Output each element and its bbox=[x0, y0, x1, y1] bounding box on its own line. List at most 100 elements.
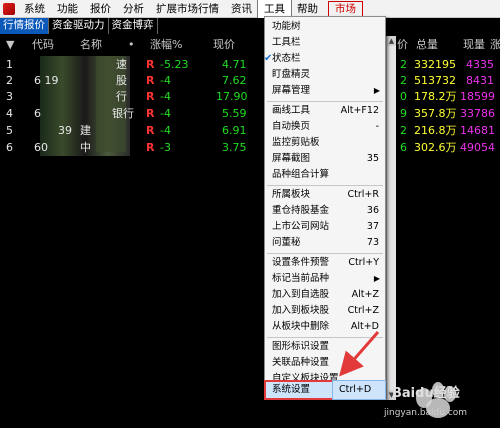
menu-tools[interactable]: 工具 bbox=[257, 0, 292, 19]
menu-item-label: 上市公司网站 bbox=[272, 221, 330, 232]
menu-item-label: 关联品种设置 bbox=[272, 357, 330, 368]
watermark-url: jingyan.baidu.com bbox=[384, 408, 468, 418]
current-volume: 18599 bbox=[460, 90, 495, 103]
table-row[interactable]: 6 60 中 R -3 3.75 6 302.6万 49054 bbox=[0, 139, 500, 157]
stock-code: 60 bbox=[34, 141, 48, 154]
menu-function[interactable]: 功能 bbox=[51, 0, 84, 18]
row-index: 6 bbox=[6, 141, 13, 154]
menu-item-system-settings[interactable]: 系统设置 bbox=[264, 380, 334, 400]
menu-item-graphic-mark[interactable]: 图形标识设置 bbox=[265, 339, 385, 355]
menu-separator bbox=[267, 101, 383, 102]
r-flag: R bbox=[146, 124, 155, 137]
current-volume: 14681 bbox=[460, 124, 495, 137]
menu-item-clipboard-monitor[interactable]: 监控剪贴板 bbox=[265, 135, 385, 151]
row-index: 4 bbox=[6, 107, 13, 120]
menu-item-ask-secretary[interactable]: 问董秘 73 bbox=[265, 235, 385, 251]
r-flag: R bbox=[146, 90, 155, 103]
menu-item-related-settings[interactable]: 关联品种设置 bbox=[265, 355, 385, 371]
header-change-pct[interactable]: 涨幅% bbox=[150, 36, 182, 54]
price: 5.59 bbox=[222, 107, 247, 120]
menu-item-label: 标记当前品种 bbox=[272, 273, 330, 284]
menu-item-label: 监控剪贴板 bbox=[272, 137, 320, 148]
menu-item-label: 屏幕管理 bbox=[272, 85, 311, 96]
menu-separator bbox=[267, 253, 383, 254]
menu-extended-market[interactable]: 扩展市场行情 bbox=[150, 0, 225, 18]
menu-separator bbox=[267, 337, 383, 338]
menu-item-combo-calc[interactable]: 品种组合计算 bbox=[265, 167, 385, 183]
stock-name: 中 bbox=[80, 141, 91, 154]
menu-item-label: 工具栏 bbox=[272, 37, 301, 48]
menu-item-label: 加入到板块股 bbox=[272, 305, 330, 316]
market-button[interactable]: 市场 bbox=[328, 0, 363, 17]
change-col: 2 bbox=[400, 124, 407, 137]
menu-shortcut: 37 bbox=[366, 221, 379, 232]
scroll-up-icon[interactable]: ▲ bbox=[387, 36, 396, 46]
menu-item-function-tree[interactable]: 功能树 bbox=[265, 19, 385, 35]
stock-name: 银行 bbox=[112, 107, 134, 120]
watermark-brand: Baidu经验 bbox=[392, 386, 460, 401]
menu-shortcut: Alt+F12 bbox=[340, 105, 379, 116]
price: 17.90 bbox=[216, 90, 248, 103]
header-code[interactable]: 代码 bbox=[32, 36, 54, 54]
menu-item-company-site[interactable]: 上市公司网站 37 bbox=[265, 219, 385, 235]
menu-item-condition-alert[interactable]: 设置条件预警 Ctrl+Y bbox=[265, 255, 385, 271]
app-logo-icon[interactable] bbox=[3, 2, 15, 15]
menu-system[interactable]: 系统 bbox=[18, 0, 51, 18]
menu-item-mark-current[interactable]: 标记当前品种 ▶ bbox=[265, 271, 385, 287]
menu-item-sector[interactable]: 所属板块 Ctrl+R bbox=[265, 187, 385, 203]
menu-item-label: 从板块中删除 bbox=[272, 321, 330, 332]
header-current-volume[interactable]: 现量 bbox=[463, 36, 485, 54]
menu-shortcut: Ctrl+Z bbox=[347, 305, 379, 316]
header-name[interactable]: 名称 bbox=[80, 36, 102, 54]
header-price[interactable]: 现价 bbox=[213, 36, 235, 54]
price: 3.75 bbox=[222, 141, 247, 154]
menu-separator bbox=[267, 185, 383, 186]
menu-item-add-watchlist[interactable]: 加入到自选股 Alt+Z bbox=[265, 287, 385, 303]
header-total-volume[interactable]: 总量 bbox=[416, 36, 438, 54]
menu-help[interactable]: 帮助 bbox=[291, 0, 324, 18]
menu-news[interactable]: 资讯 bbox=[225, 0, 258, 18]
tools-dropdown-menu: 功能树 工具栏 ✔ 状态栏 盯盘精灵 屏幕管理 ▶ 画线工具 Alt+F12 自动换页… bbox=[264, 16, 386, 400]
menu-item-remove-sector[interactable]: 从板块中删除 Alt+D bbox=[265, 319, 385, 335]
price: 6.91 bbox=[222, 124, 247, 137]
menu-item-auto-page[interactable]: 自动换页 - bbox=[265, 119, 385, 135]
tab-capital-game[interactable]: 资金博弈 bbox=[109, 18, 158, 34]
menu-item-label: 加入到自选股 bbox=[272, 289, 330, 300]
menu-shortcut: - bbox=[375, 121, 379, 132]
menu-item-screen-manage[interactable]: 屏幕管理 ▶ bbox=[265, 83, 385, 99]
sort-marker-icon[interactable]: ▼ bbox=[6, 36, 14, 54]
menu-item-label: 画线工具 bbox=[272, 105, 311, 116]
menu-item-statusbar[interactable]: ✔ 状态栏 bbox=[264, 51, 385, 67]
tab-quotes[interactable]: 行情报价 bbox=[0, 18, 49, 34]
table-row[interactable]: 3 行 R -4 17.90 0 178.2万 18599 bbox=[0, 88, 500, 106]
change-col: 6 bbox=[400, 141, 407, 154]
change-pct: -4 bbox=[160, 124, 171, 137]
current-volume: 33786 bbox=[460, 107, 495, 120]
menu-item-holding-funds[interactable]: 重仓持股基金 36 bbox=[265, 203, 385, 219]
menu-item-system-settings-shortcut[interactable]: Ctrl+D bbox=[332, 380, 386, 400]
menu-item-add-sector[interactable]: 加入到板块股 Ctrl+Z bbox=[265, 303, 385, 319]
total-volume: 302.6万 bbox=[414, 141, 457, 154]
header-price-partial[interactable]: 价 bbox=[397, 36, 408, 54]
check-icon: ✔ bbox=[264, 53, 273, 64]
menu-item-screenshot[interactable]: 屏幕截图 35 bbox=[265, 151, 385, 167]
menu-item-label: 状态栏 bbox=[272, 53, 301, 64]
tab-capital-drive[interactable]: 资金驱动力 bbox=[49, 18, 109, 34]
r-flag: R bbox=[146, 107, 155, 120]
menu-quote[interactable]: 报价 bbox=[84, 0, 117, 18]
row-index: 3 bbox=[6, 90, 13, 103]
table-header: ▼ 代码 名称 • 涨幅% 现价 价 总量 现量 涨 bbox=[0, 36, 500, 54]
menu-item-monitor-sprite[interactable]: 盯盘精灵 bbox=[265, 67, 385, 83]
vertical-scrollbar[interactable]: ▲ ▼ bbox=[386, 36, 396, 400]
submenu-arrow-icon: ▶ bbox=[373, 86, 380, 95]
menu-analysis[interactable]: 分析 bbox=[117, 0, 150, 18]
menu-item-toolbar[interactable]: 工具栏 bbox=[265, 35, 385, 51]
menu-item-label: 品种组合计算 bbox=[272, 169, 330, 180]
header-more[interactable]: 涨 bbox=[490, 36, 500, 54]
table-row[interactable]: 4 6 银行 R -4 5.59 9 357.8万 33786 bbox=[0, 105, 500, 123]
row-index: 5 bbox=[6, 124, 13, 137]
table-row[interactable]: 5 39 建 R -4 6.91 2 216.8万 14681 bbox=[0, 122, 500, 140]
menu-shortcut: 35 bbox=[366, 153, 379, 164]
menu-item-drawing-tool[interactable]: 画线工具 Alt+F12 bbox=[265, 103, 385, 119]
menu-item-label: 重仓持股基金 bbox=[272, 205, 330, 216]
